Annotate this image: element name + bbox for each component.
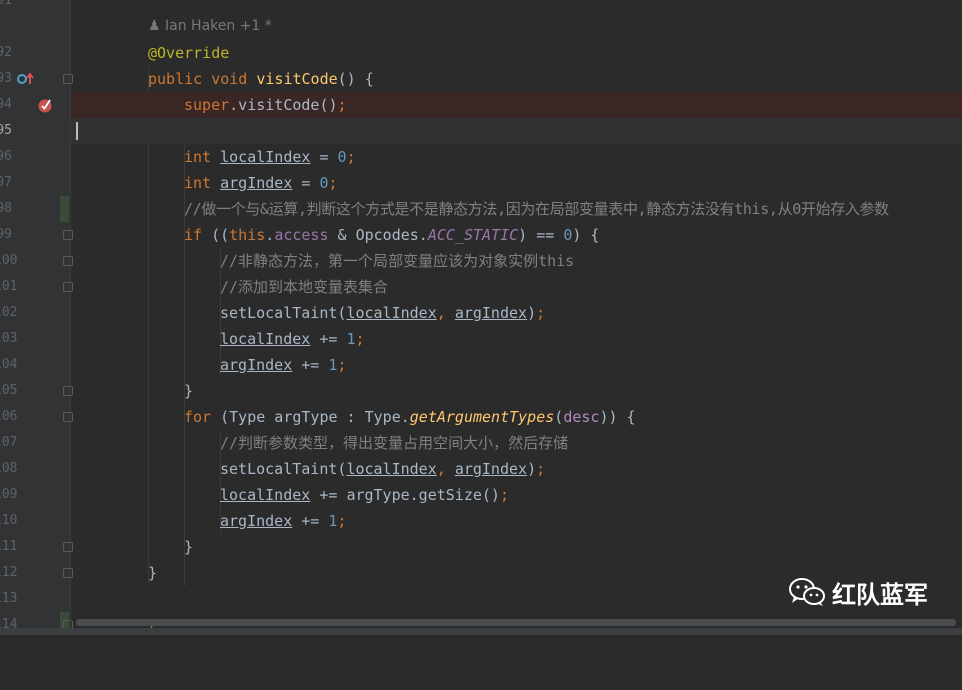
editor-bottom-edge <box>0 628 962 635</box>
code-line-breakpoint[interactable]: super.visitCode(); <box>71 92 962 118</box>
text-caret <box>76 122 78 140</box>
line-number: 93 <box>0 71 12 86</box>
line-number: 108 <box>0 461 18 476</box>
code-line[interactable]: public void visitCode() { <box>71 66 962 92</box>
watermark-text: 红队蓝军 <box>832 580 928 609</box>
code-line[interactable]: //做一个与&运算,判断这个方式是不是静态方法,因为在局部变量表中,静态方法没有… <box>71 196 962 222</box>
line-number: 98 <box>0 201 12 216</box>
line-number: 111 <box>0 539 18 554</box>
code-line[interactable]: int localIndex = 0; <box>71 144 962 170</box>
code-line[interactable]: if ((this.access & Opcodes.ACC_STATIC) =… <box>71 222 962 248</box>
line-number-current: 95 <box>0 123 12 138</box>
code-line[interactable]: } <box>71 534 962 560</box>
line-number: 97 <box>0 175 12 190</box>
code-line[interactable]: //添加到本地变量表集合 <box>71 274 962 300</box>
code-line[interactable]: //判断参数类型，得出变量占用空间大小，然后存储 <box>71 430 962 456</box>
line-number: 107 <box>0 435 18 450</box>
line-number: 109 <box>0 487 18 502</box>
line-number: 99 <box>0 227 12 242</box>
code-editor[interactable]: @Override public void visitCode() { supe… <box>71 0 962 635</box>
line-number-gutter[interactable]: 91 92 93 94 95 96 97 98 99 100 101 102 1… <box>0 0 73 635</box>
override-method-icon[interactable] <box>17 72 35 86</box>
watermark: 红队蓝军 <box>788 572 928 612</box>
line-number: 101 <box>0 279 18 294</box>
horizontal-scrollbar[interactable] <box>76 619 956 626</box>
line-number: 104 <box>0 357 18 372</box>
code-line[interactable]: //非静态方法，第一个局部变量应该为对象实例this <box>71 248 962 274</box>
code-line[interactable]: setLocalTaint(localIndex, argIndex); <box>71 456 962 482</box>
code-line[interactable]: } <box>71 378 962 404</box>
code-line[interactable]: @Override <box>71 40 962 66</box>
code-line[interactable]: argIndex += 1; <box>71 508 962 534</box>
code-line[interactable]: argIndex += 1; <box>71 352 962 378</box>
line-number: 94 <box>0 97 12 112</box>
wechat-icon <box>789 578 825 606</box>
line-number: 103 <box>0 331 18 346</box>
line-number: 113 <box>0 591 18 606</box>
code-line[interactable]: localIndex += argType.getSize(); <box>71 482 962 508</box>
line-number: 91 <box>0 0 12 8</box>
breakpoint-icon[interactable] <box>37 97 53 113</box>
code-line[interactable]: setLocalTaint(localIndex, argIndex); <box>71 300 962 326</box>
code-line[interactable]: int argIndex = 0; <box>71 170 962 196</box>
line-number: 92 <box>0 45 12 60</box>
line-number: 110 <box>0 513 18 528</box>
line-number: 102 <box>0 305 18 320</box>
vcs-change-marker[interactable] <box>60 196 69 222</box>
code-line[interactable]: localIndex += 1; <box>71 326 962 352</box>
line-number: 112 <box>0 565 18 580</box>
code-line[interactable]: for (Type argType : Type.getArgumentType… <box>71 404 962 430</box>
code-line-current[interactable] <box>71 118 962 144</box>
line-number: 100 <box>0 253 18 268</box>
line-number: 105 <box>0 383 18 398</box>
line-number: 96 <box>0 149 12 164</box>
line-number: 106 <box>0 409 18 424</box>
